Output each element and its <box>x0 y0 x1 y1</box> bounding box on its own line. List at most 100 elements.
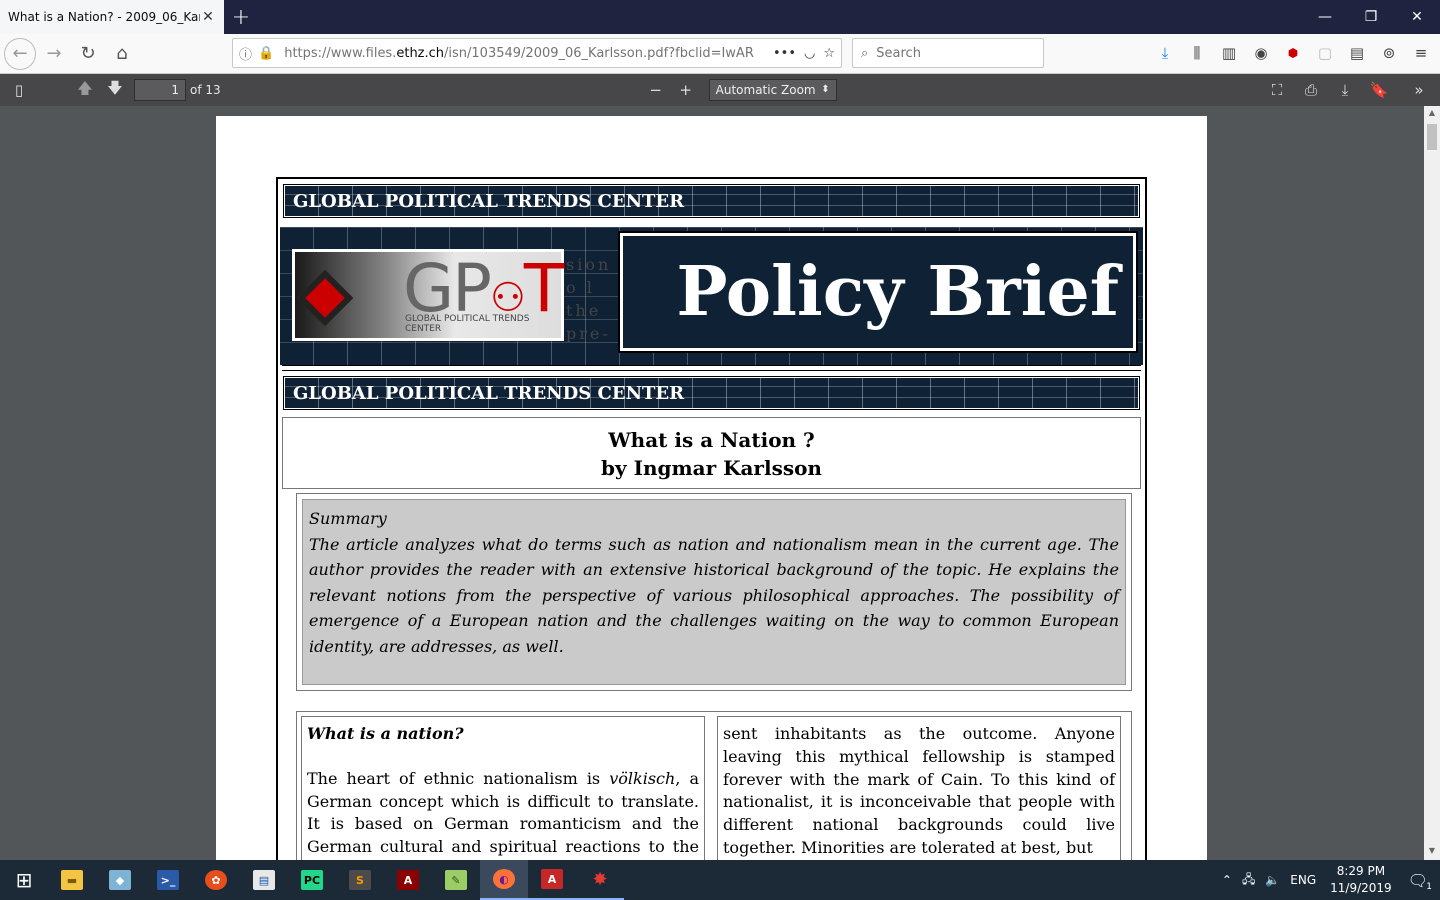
language-indicator[interactable]: ENG <box>1290 873 1316 887</box>
summary-box: Summary The article analyzes what do ter… <box>296 493 1132 691</box>
network-icon[interactable]: 🖧 <box>1242 870 1255 891</box>
app-icon: ▤ <box>253 870 275 890</box>
toggle-sidebar-icon[interactable]: ▯ <box>4 78 34 102</box>
vertical-scrollbar[interactable]: ▲ ▼ <box>1424 106 1440 860</box>
zoom-select[interactable]: Automatic Zoom ⬍ <box>708 79 837 101</box>
summary-heading: Summary <box>309 509 387 528</box>
obscured-line: sion <box>566 255 612 274</box>
header-block: GP⚇T GLOBAL POLITICAL TRENDS CENTER sion… <box>280 227 1143 365</box>
new-tab-button[interactable]: + <box>224 0 258 34</box>
menu-icon[interactable]: ≡ <box>1408 44 1434 62</box>
adblock-icon[interactable]: ⬢ <box>1280 46 1306 60</box>
bookmark-star-icon[interactable]: ☆ <box>823 46 835 61</box>
article-title: What is a Nation ? <box>608 428 815 452</box>
policy-brief-banner: Policy Brief <box>618 231 1138 353</box>
screenshot-icon[interactable]: ⊚ <box>1376 44 1402 62</box>
adobe-reader-icon: A <box>541 869 563 889</box>
taskbar-app-13[interactable]: ✸ <box>576 860 624 900</box>
taskbar-app-5[interactable]: ▤ <box>240 860 288 900</box>
taskbar-acrobat-reader[interactable]: A <box>528 860 576 900</box>
taskbar-sublime[interactable]: S <box>336 860 384 900</box>
zoom-label: Automatic Zoom <box>715 83 816 97</box>
taskbar-app-4[interactable]: ✿ <box>192 860 240 900</box>
back-icon[interactable]: ← <box>4 37 36 70</box>
obscured-line: o l <box>566 278 595 297</box>
reload-icon[interactable]: ↻ <box>72 38 104 70</box>
app-icon: ◆ <box>109 870 131 890</box>
start-button[interactable]: ⊞ <box>0 860 48 900</box>
reader-icon[interactable]: ▤ <box>1344 44 1370 62</box>
tab-title: What is a Nation? - 2009_06_Karlsso <box>8 10 200 24</box>
taskbar-powershell[interactable]: >_ <box>144 860 192 900</box>
presentation-mode-icon[interactable]: ⛶ <box>1262 78 1292 102</box>
close-tab-icon[interactable]: ✕ <box>200 9 216 25</box>
scroll-down-icon[interactable]: ▼ <box>1424 846 1440 860</box>
search-field[interactable]: ⌕ Search <box>852 38 1044 68</box>
page-actions-icon[interactable]: ••• <box>773 46 796 61</box>
tray-expand-icon[interactable]: ⌃ <box>1222 873 1232 887</box>
home-icon[interactable]: ⌂ <box>106 38 138 70</box>
body-columns: What is a nation? The heart of ethnic na… <box>296 711 1132 860</box>
search-icon: ⌕ <box>861 45 869 61</box>
taskbar-app-2[interactable]: ◆ <box>96 860 144 900</box>
taskbar-pycharm[interactable]: PC <box>288 860 336 900</box>
restore-icon[interactable]: ❐ <box>1348 0 1394 34</box>
left-column-text: The heart of ethnic nationalism is völki… <box>307 768 699 860</box>
zoom-out-button[interactable]: − <box>641 78 671 102</box>
article-author: by Ingmar Karlsson <box>601 456 822 480</box>
sidebar-icon[interactable]: ▥ <box>1216 44 1242 62</box>
clock-time: 8:29 PM <box>1336 864 1386 878</box>
obscured-line: pre- <box>566 324 611 343</box>
scroll-up-icon[interactable]: ▲ <box>1424 108 1440 122</box>
url-text[interactable]: https://www.files.ethz.ch/isn/103549/200… <box>284 46 765 61</box>
article-title-box: What is a Nation ? by Ingmar Karlsson <box>282 417 1141 489</box>
pdf-viewer[interactable]: GLOBAL POLITICAL TRENDS CENTER GP⚇T GLOB… <box>0 106 1440 860</box>
app-icon: ✸ <box>592 868 608 890</box>
center-name-banner-bottom: GLOBAL POLITICAL TRENDS CENTER <box>283 376 1140 410</box>
acrobat-icon: A <box>397 870 419 890</box>
next-page-icon[interactable]: 🡇 <box>100 78 130 102</box>
left-text-part: The heart of ethnic nationalism is <box>307 768 610 788</box>
extension-icon[interactable]: ▢ <box>1312 44 1338 62</box>
zoom-in-button[interactable]: + <box>671 78 701 102</box>
obscured-line: the <box>566 301 602 320</box>
header-separator <box>282 365 1141 371</box>
url-bar[interactable]: ⓘ 🔒 https://www.files.ethz.ch/isn/103549… <box>232 38 842 68</box>
info-icon[interactable]: ⓘ <box>239 44 252 63</box>
minimize-icon[interactable]: — <box>1302 0 1348 34</box>
taskbar-explorer[interactable]: ▬ <box>48 860 96 900</box>
downloads-icon[interactable]: ⤓ <box>1152 44 1178 62</box>
center-name-banner-top: GLOBAL POLITICAL TRENDS CENTER <box>283 184 1140 218</box>
bookmark-view-icon[interactable]: 🔖 <box>1364 78 1394 102</box>
notifications-icon[interactable]: 🗨 1 <box>1408 871 1432 892</box>
policy-brief-frame: GLOBAL POLITICAL TRENDS CENTER GP⚇T GLOB… <box>276 177 1147 860</box>
taskbar-notepad[interactable]: ✎ <box>432 860 480 900</box>
window-close-icon[interactable]: ✕ <box>1394 0 1440 34</box>
account-icon[interactable]: ◉ <box>1248 44 1274 62</box>
pocket-icon[interactable]: ◡ <box>804 46 815 61</box>
taskbar-acrobat[interactable]: A <box>384 860 432 900</box>
scrollbar-thumb[interactable] <box>1427 124 1437 150</box>
volume-icon[interactable]: 🔈 <box>1265 873 1280 887</box>
pdf-page: GLOBAL POLITICAL TRENDS CENTER GP⚇T GLOB… <box>216 116 1207 860</box>
zoom-dropdown-icon: ⬍ <box>821 84 830 95</box>
clock[interactable]: 8:29 PM 11/9/2019 <box>1330 863 1392 897</box>
app-icon: ✿ <box>205 870 227 890</box>
print-icon[interactable]: ⎙ <box>1296 78 1326 102</box>
right-column: sent inhabitants as the outcome. Anyone … <box>717 716 1121 860</box>
search-placeholder: Search <box>876 45 921 61</box>
taskbar-firefox[interactable]: ◐ <box>480 860 528 900</box>
browser-tab[interactable]: What is a Nation? - 2009_06_Karlsso ✕ <box>0 0 224 34</box>
tools-icon[interactable]: » <box>1404 78 1434 102</box>
folder-icon: ▬ <box>61 870 83 890</box>
window-controls: — ❐ ✕ <box>1302 0 1440 34</box>
right-column-text: sent inhabitants as the outcome. Anyone … <box>723 724 1115 857</box>
forward-icon[interactable]: → <box>38 38 70 70</box>
previous-page-icon[interactable]: 🡅 <box>70 78 100 102</box>
page-number-input[interactable]: 1 <box>134 79 186 101</box>
logo-mark-icon <box>296 269 354 327</box>
download-pdf-icon[interactable]: ⤓ <box>1330 78 1360 102</box>
section-heading: What is a nation? <box>307 724 464 743</box>
toolbar-icons: ⤓ ⫼ ▥ ◉ ⬢ ▢ ▤ ⊚ ≡ <box>1152 38 1434 68</box>
library-icon[interactable]: ⫼ <box>1184 44 1210 62</box>
